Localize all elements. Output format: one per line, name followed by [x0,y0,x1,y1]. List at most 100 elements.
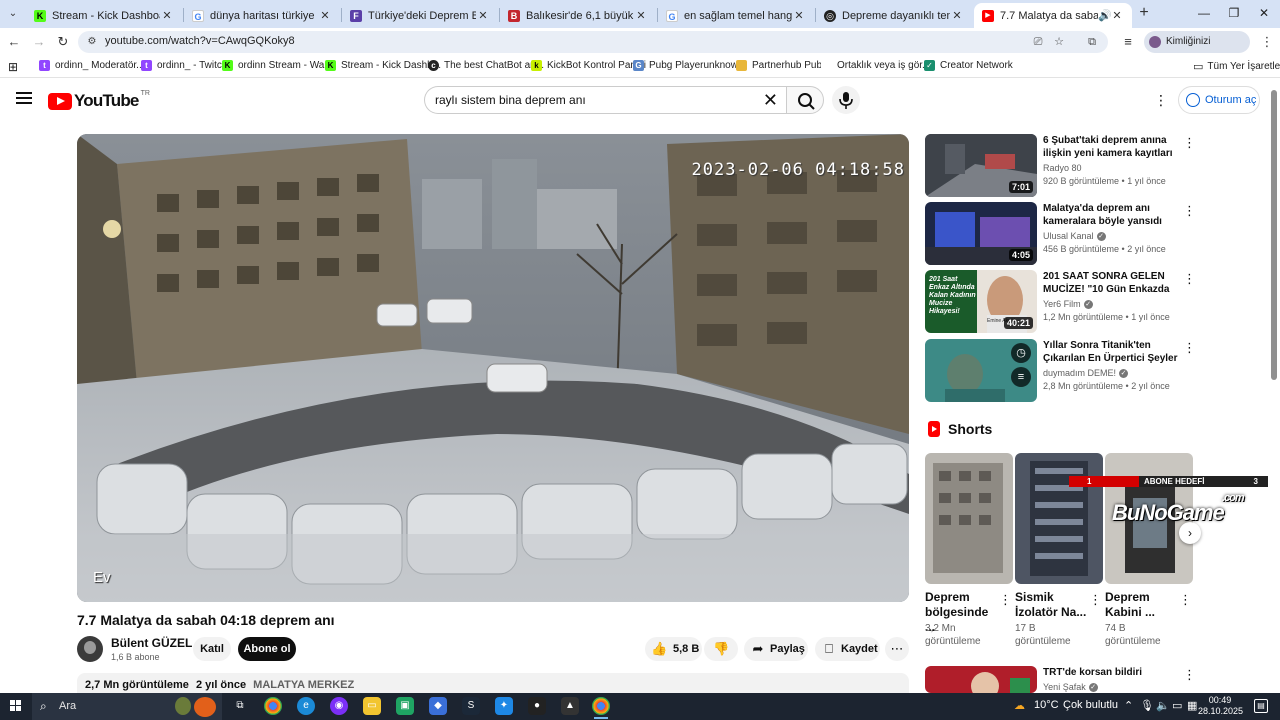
edge-icon[interactable]: e [297,697,315,715]
forward-arrow-icon[interactable]: → [30,33,48,51]
browser-tab[interactable]: B Balıkesir'de 6,1 büyüklüğünde ✕ [500,3,656,28]
all-bookmarks[interactable]: ▭ Tüm Yer İşaretleri [1193,60,1280,73]
more-vertical-icon[interactable]: ⋮ [999,593,1012,607]
browser-tab-active[interactable]: ▶ 7.7 Malatya da sabah 04:18 🔊 ✕ [974,3,1132,28]
search-button[interactable] [786,86,824,114]
bookmark-item[interactable]: t ordinn_ - Twitch [141,60,227,71]
chrome-icon[interactable] [264,697,282,715]
browser-tab[interactable]: G dünya haritası türkiye - Google ✕ [184,3,340,28]
browser-tab[interactable]: K Stream - Kick Dashboard ✕ [26,3,182,28]
address-bar[interactable]: ⚙ youtube.com/watch?v=CAwqGQKoky8 ⎚ ☆ ⧉ [78,31,1108,53]
system-clock[interactable]: 00:49 28.10.2025 [1198,695,1243,717]
tab-search-chevron-icon[interactable]: ⌄ [4,5,22,23]
weather-icon[interactable]: ☁ [1014,699,1025,712]
related-channel[interactable]: duymadım DEME! ✓ [1043,368,1129,379]
bookmark-item[interactable]: c The best ChatBot an... [428,60,544,71]
notification-icon[interactable]: ▤ [1254,699,1268,713]
short-thumbnail[interactable] [1015,453,1103,584]
obs-icon[interactable]: ● [528,697,546,715]
minimize-icon[interactable]: — [1192,4,1216,22]
bookmark-item[interactable]: G Pubg Playerunknow... [633,60,746,71]
related-channel[interactable]: Yer6 Film ✓ [1043,299,1093,310]
location-tag[interactable]: MALATYA MERKEZ [253,679,354,691]
browser-menu-icon[interactable]: ⋮ [1258,33,1276,51]
video-player[interactable]: 2023-02-06 04:18:58 Ev [77,134,909,602]
voice-search-button[interactable] [832,86,860,114]
network-icon[interactable]: ▭ [1172,699,1182,712]
close-icon[interactable]: ✕ [160,9,174,22]
bookmark-item[interactable]: t ordinn_ Moderatör... [39,60,145,71]
profile-verify-chip[interactable]: Kimliğinizi doğrulayın [1144,31,1250,69]
browser-tab[interactable]: ◎ Depreme dayanıklı temeller ✕ [816,3,972,28]
dislike-button[interactable]: 👎 [704,637,738,661]
restore-icon[interactable]: ❐ [1222,4,1246,22]
video-thumbnail[interactable]: 7:01 [925,134,1037,197]
url-text[interactable]: youtube.com/watch?v=CAwqGQKoky8 [105,35,295,47]
microphone-icon[interactable]: 🎙 [1140,699,1154,712]
media-controls-icon[interactable]: ≡ [1119,33,1137,51]
weather-temp[interactable]: 10°C [1034,699,1059,711]
close-icon[interactable]: ✕ [950,9,964,22]
back-arrow-icon[interactable]: ← [5,33,23,51]
add-to-queue-icon[interactable]: ≡ [1011,367,1031,387]
video-thumbnail[interactable]: 201 Saat Enkaz Altında Kalan Kadının Muc… [925,270,1037,333]
related-title[interactable]: Yıllar Sonra Titanik'ten Çıkarılan En Ür… [1043,339,1179,365]
more-vertical-icon[interactable]: ⋮ [1183,341,1196,355]
clear-search-icon[interactable]: ✕ [763,90,778,110]
video-thumbnail[interactable]: ◷ ≡ [925,339,1037,402]
more-vertical-icon[interactable]: ⋮ [1183,272,1196,286]
close-icon[interactable]: ✕ [318,9,332,22]
new-tab-plus-icon[interactable]: + [1136,5,1152,21]
related-video[interactable]: TRT'de korsan bildiri Yeni Şafak ✓ ⋮ [925,666,1265,693]
short-thumbnail[interactable] [925,453,1013,584]
bookmark-item[interactable]: ✓ Creator Network [924,60,1013,71]
more-actions-button[interactable]: ⋯ [885,637,909,661]
related-channel[interactable]: Radyo 80 [1043,163,1082,173]
like-button[interactable]: 👍 5,8 B [645,637,702,661]
close-icon[interactable]: ✕ [792,9,806,22]
more-vertical-icon[interactable]: ⋮ [1183,668,1196,682]
share-button[interactable]: ➦ Paylaş [744,637,808,661]
task-view-icon[interactable]: ⧉ [231,697,249,715]
more-vertical-icon[interactable]: ⋮ [1183,136,1196,150]
page-scrollbar[interactable] [1268,78,1280,693]
channel-name[interactable]: Bülent GÜZEL [111,636,192,650]
close-icon[interactable]: ✕ [476,9,490,22]
related-title[interactable]: 6 Şubat'taki deprem anına ilişkin yeni k… [1043,134,1179,161]
join-button[interactable]: Katıl [193,637,231,661]
more-vertical-icon[interactable]: ⋮ [1179,593,1192,607]
bookmark-item[interactable]: Partnerhub Pubg [736,60,828,71]
related-title[interactable]: 201 SAAT SONRA GELEN MUCİZE! "10 Gün Enk… [1043,270,1179,297]
site-info-icon[interactable]: ⚙ [84,34,100,50]
app-icon[interactable]: ◆ [429,697,447,715]
speaker-icon[interactable]: 🔊 [1098,9,1112,22]
extensions-puzzle-icon[interactable]: ⧉ [1084,34,1100,50]
close-icon[interactable]: ✕ [634,9,648,22]
description-box[interactable]: 2,7 Mn görüntüleme 2 yıl önce MALATYA ME… [77,673,909,695]
bookmark-item[interactable]: Ortaklık veya iş gör... [821,60,930,71]
related-channel[interactable]: Yeni Şafak ✓ [1043,682,1098,693]
search-input[interactable]: raylı sistem bina deprem anı ✕ [424,86,786,114]
browser-tab[interactable]: G en sağlam temel hangisidir - G ✕ [658,3,814,28]
chrome-active-icon[interactable] [592,697,610,719]
browser-app-icon[interactable]: ◉ [330,697,348,715]
youtube-logo[interactable]: YouTube TR [48,90,150,111]
app-icon[interactable]: ▣ [396,697,414,715]
hamburger-menu-icon[interactable] [16,92,32,104]
weather-description[interactable]: Çok bulutlu [1063,699,1118,711]
app-icon[interactable]: ▲ [561,697,579,715]
bookmark-item[interactable]: k KickBot Kontrol Paneli [531,60,646,71]
taskbar-search[interactable]: ⌕ Ara [32,693,222,720]
more-vertical-icon[interactable]: ⋮ [1089,593,1102,607]
more-vertical-icon[interactable]: ⋮ [1183,204,1196,218]
subscribe-button[interactable]: Abone ol [238,637,296,661]
apps-grid-icon[interactable]: ⊞ [8,60,18,74]
close-icon[interactable]: ✕ [1110,9,1124,22]
tray-chevron-up-icon[interactable]: ⌃ [1124,699,1133,712]
channel-avatar[interactable] [77,636,103,662]
related-title[interactable]: Malatya'da deprem anı kameralara böyle y… [1043,202,1179,228]
related-title[interactable]: TRT'de korsan bildiri [1043,666,1179,679]
video-thumbnail[interactable] [925,666,1037,693]
save-button[interactable]: ⎕ Kaydet [815,637,880,661]
app-icon[interactable]: ✦ [495,697,513,715]
